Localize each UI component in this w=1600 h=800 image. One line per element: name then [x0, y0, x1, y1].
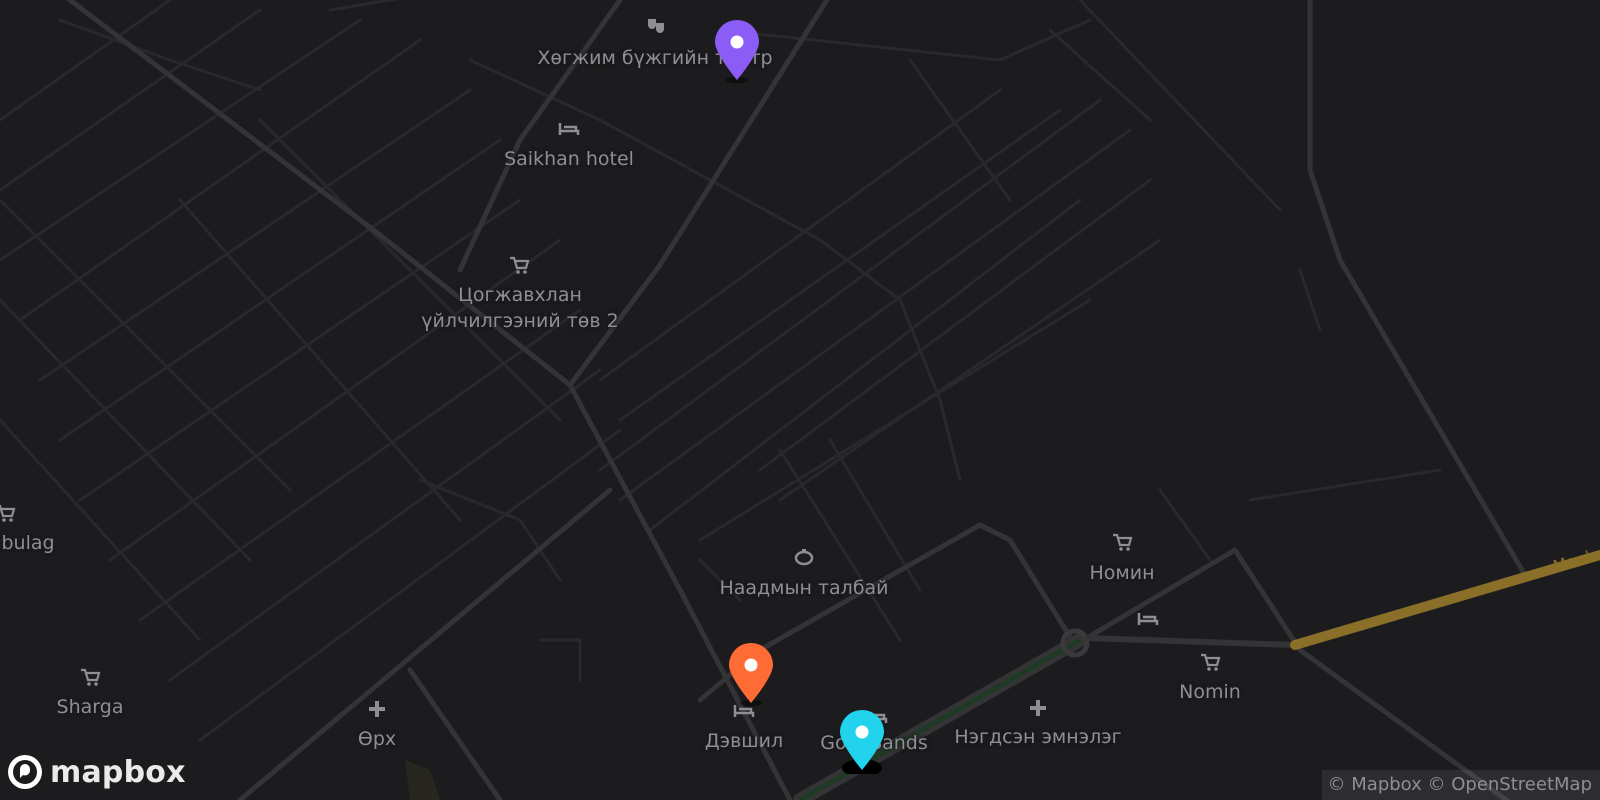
stadium-icon	[793, 546, 815, 568]
place-label: Өрх	[357, 728, 397, 750]
road-network: Manl	[0, 0, 1600, 800]
map-marker-orange[interactable]	[728, 643, 774, 707]
bed-icon	[558, 117, 580, 139]
map-canvas[interactable]: Manl Хөгжим бүжгийн театр Saikhan hotel …	[0, 0, 1600, 800]
map-marker-cyan[interactable]	[839, 710, 885, 777]
place-label: Nomin	[1179, 681, 1241, 703]
bed-icon	[1137, 607, 1159, 629]
theater-icon	[645, 15, 667, 37]
shopping-cart-icon	[1199, 651, 1221, 673]
place-label: Наадмын талбай	[719, 577, 889, 599]
shopping-cart-icon	[79, 666, 101, 688]
place-label: nbulag	[0, 532, 55, 554]
place-label: Sharga	[56, 696, 124, 718]
place-label: Цогжавхлан үйлчилгээний төв 2	[421, 284, 619, 332]
place-label: Дэвшил	[704, 730, 784, 752]
shopping-cart-icon	[0, 502, 16, 524]
mapbox-logo-icon	[8, 755, 42, 789]
map-attribution[interactable]: © Mapbox © OpenStreetMap	[1321, 770, 1600, 800]
shopping-cart-icon	[1111, 531, 1133, 553]
map-marker-purple[interactable]	[714, 20, 760, 84]
place-label: Saikhan hotel	[504, 148, 634, 170]
mapbox-logo[interactable]: mapbox	[6, 750, 186, 794]
shopping-cart-icon	[508, 254, 530, 276]
place-label: Номин	[1089, 562, 1155, 584]
medical-cross-icon	[366, 698, 388, 720]
place-label: Нэгдсэн эмнэлэг	[954, 726, 1122, 748]
mapbox-logo-text: mapbox	[50, 754, 186, 790]
medical-cross-icon	[1027, 697, 1049, 719]
highway-label: Manl	[1551, 547, 1593, 576]
